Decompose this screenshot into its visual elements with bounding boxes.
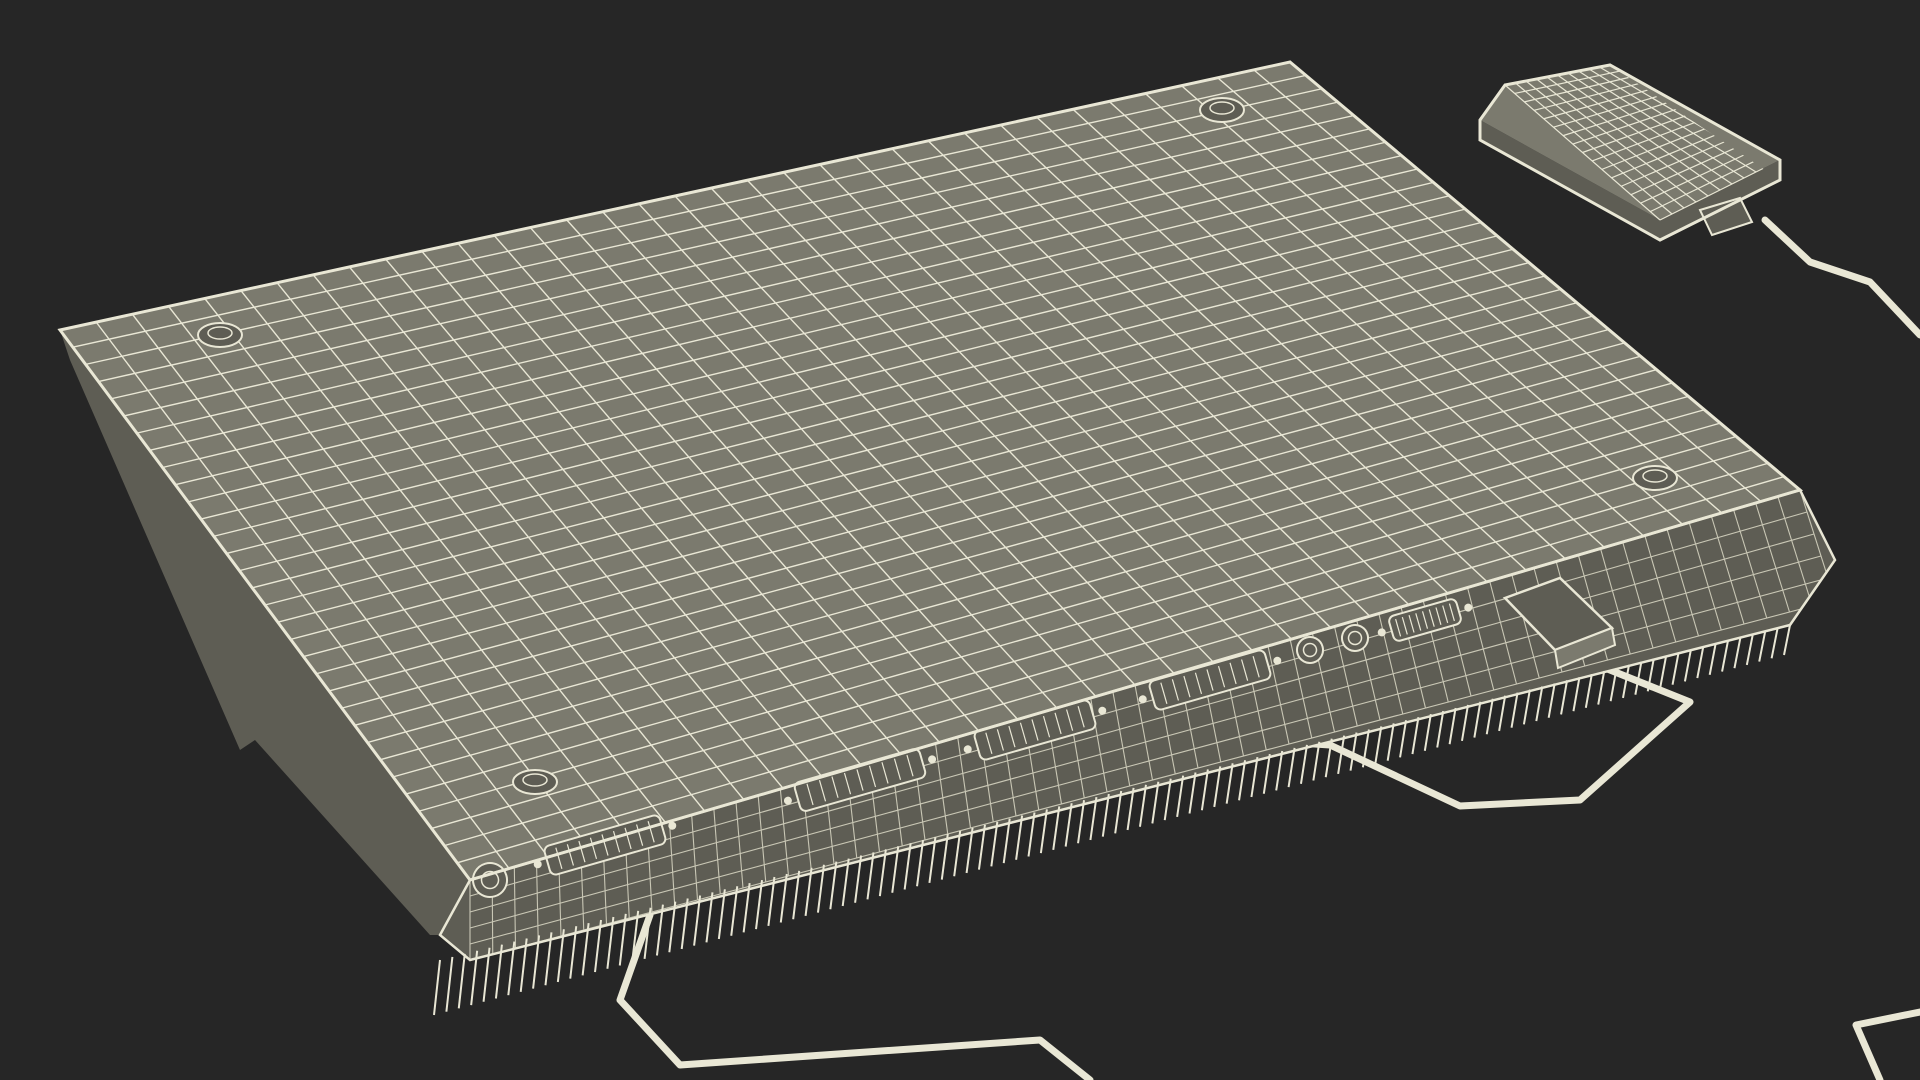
rib	[1683, 649, 1692, 682]
rib	[1733, 637, 1742, 669]
rib	[1485, 698, 1494, 735]
rib	[1783, 624, 1791, 656]
rib	[1535, 686, 1544, 722]
rib	[1188, 772, 1197, 814]
rib	[1708, 643, 1717, 676]
laptop-body	[57, 60, 1837, 1016]
rib	[1225, 763, 1234, 804]
rib	[1436, 710, 1445, 748]
rib	[1758, 630, 1767, 662]
rib	[1411, 717, 1420, 755]
rib	[1745, 634, 1754, 666]
rib	[1163, 778, 1172, 821]
rib	[1213, 766, 1222, 808]
rib	[1460, 704, 1469, 742]
rib	[1275, 750, 1284, 791]
rib	[1176, 775, 1185, 817]
rib	[1386, 723, 1395, 761]
rib	[1597, 670, 1606, 705]
rib	[1721, 640, 1730, 672]
cable-loop-front	[616, 911, 1094, 1080]
rib	[1423, 713, 1432, 751]
rib	[1238, 760, 1247, 801]
rib	[1522, 689, 1531, 725]
rib	[1547, 683, 1556, 718]
rib	[1572, 677, 1581, 712]
rib	[1560, 680, 1569, 715]
rib	[1584, 673, 1593, 709]
rib	[445, 956, 454, 1012]
rib	[1374, 726, 1383, 765]
rib	[1287, 747, 1296, 788]
rib	[1126, 787, 1135, 831]
rib	[1696, 646, 1705, 679]
rib	[1200, 769, 1209, 811]
rib	[1262, 753, 1271, 794]
rib	[1114, 790, 1123, 834]
rib	[1399, 720, 1408, 758]
rib	[1151, 781, 1160, 824]
power-adapter	[1478, 63, 1782, 242]
rib	[1770, 627, 1779, 659]
rib	[1250, 757, 1259, 798]
rib	[1448, 707, 1457, 745]
rib	[1138, 784, 1147, 827]
rib	[1671, 652, 1680, 685]
rib	[1299, 744, 1308, 784]
rib	[457, 953, 466, 1009]
rib	[1510, 692, 1519, 728]
render-viewport	[0, 0, 1920, 1080]
rib	[1498, 695, 1507, 732]
rib	[1622, 664, 1630, 699]
cable-corner-bottom-right	[1852, 1008, 1920, 1080]
wireframe-scene	[57, 60, 1920, 1080]
rib	[1659, 655, 1668, 689]
rib	[433, 959, 441, 1016]
rib	[1473, 701, 1482, 738]
cable-adapter-out	[1761, 216, 1920, 339]
